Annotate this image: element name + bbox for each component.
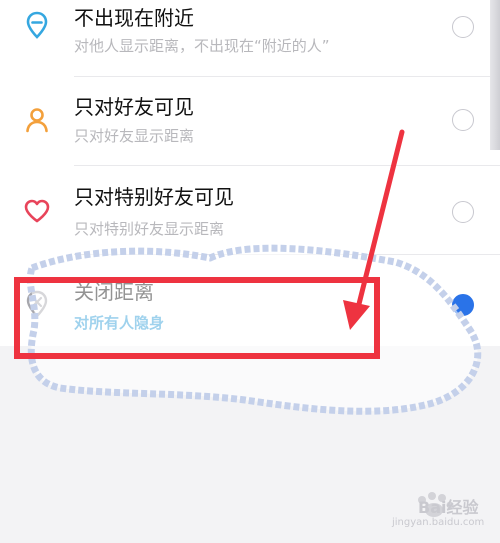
location-off-icon xyxy=(22,289,52,319)
option-subtitle: 对他人显示距离，不出现在“附近的人” xyxy=(74,37,330,55)
option-row-special-friends[interactable]: 只对特别好友可见 只对特别好友显示距离 xyxy=(0,166,500,254)
side-panel-edge xyxy=(490,0,500,150)
watermark-text: Bai经验 xyxy=(418,498,479,517)
option-title: 只对好友可见 xyxy=(74,95,194,119)
heart-icon xyxy=(22,196,52,226)
option-row-close-distance[interactable]: 关闭距离 对所有人隐身 xyxy=(0,255,500,346)
option-row-friends-only[interactable]: 只对好友可见 只对好友显示距离 xyxy=(0,77,500,165)
option-title: 关闭距离 xyxy=(74,280,154,304)
option-subtitle: 对所有人隐身 xyxy=(74,314,165,332)
radio-close-distance[interactable] xyxy=(452,294,474,316)
option-row-hide-nearby[interactable]: 不出现在附近 对他人显示距离，不出现在“附近的人” xyxy=(0,0,500,76)
person-icon xyxy=(22,105,52,135)
radio-hide-nearby[interactable] xyxy=(452,16,474,38)
location-pin-icon xyxy=(22,10,52,40)
radio-special-friends[interactable] xyxy=(452,201,474,223)
distance-options-list: 不出现在附近 对他人显示距离，不出现在“附近的人” 只对好友可见 只对好友显示距… xyxy=(0,0,500,346)
radio-friends-only[interactable] xyxy=(452,109,474,131)
option-subtitle: 只对特别好友显示距离 xyxy=(74,220,225,238)
option-title: 只对特别好友可见 xyxy=(74,185,234,209)
watermark-url: jingyan.baidu.com xyxy=(392,517,485,528)
option-subtitle: 只对好友显示距离 xyxy=(74,127,195,145)
option-title: 不出现在附近 xyxy=(74,6,194,30)
privacy-distance-screen: 不出现在附近 对他人显示距离，不出现在“附近的人” 只对好友可见 只对好友显示距… xyxy=(0,0,500,543)
